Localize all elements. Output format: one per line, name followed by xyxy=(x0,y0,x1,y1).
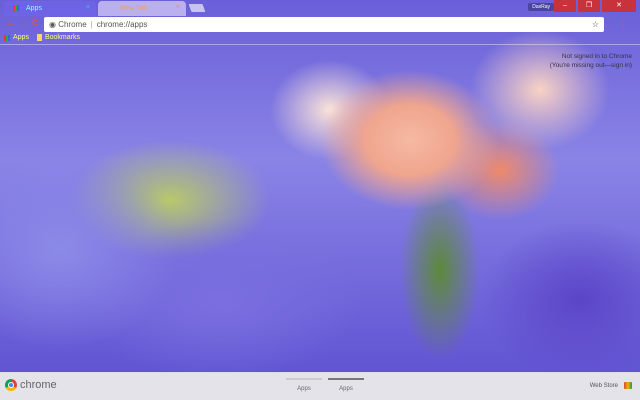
new-tab-button[interactable] xyxy=(188,4,206,12)
forward-button[interactable]: → xyxy=(19,18,29,29)
back-button[interactable]: ← xyxy=(6,18,16,29)
apps-icon xyxy=(13,5,19,11)
signin-line1: Not signed in to Chrome xyxy=(561,53,632,60)
menu-icon[interactable]: ⋮ xyxy=(619,19,628,30)
divider xyxy=(0,44,640,45)
tab-label: New Tab xyxy=(120,5,148,12)
tab-new-tab[interactable]: New Tab × xyxy=(98,1,186,16)
bookmark-folder[interactable]: Bookmarks xyxy=(36,34,80,41)
page-switcher-apps-1[interactable]: Apps xyxy=(286,378,322,392)
close-window-button[interactable]: ✕ xyxy=(602,0,636,12)
chrome-logo: chrome xyxy=(5,379,57,391)
url-text: chrome://apps xyxy=(96,20,148,29)
profile-button[interactable]: DaxRay xyxy=(528,3,554,11)
wallpaper xyxy=(0,0,640,400)
page-switcher-apps-2[interactable]: Apps xyxy=(328,378,364,392)
web-store-link[interactable]: Web Store xyxy=(590,382,632,389)
bookmark-star-icon[interactable]: ☆ xyxy=(592,17,599,32)
signin-line2[interactable]: (You're missing out—sign in) xyxy=(550,61,632,70)
tab-strip: Apps × New Tab × DaxRay – ❐ ✕ xyxy=(0,0,640,16)
reload-button[interactable]: C xyxy=(32,18,39,28)
apps-icon xyxy=(4,34,10,41)
chrome-wordmark: chrome xyxy=(20,379,57,391)
close-tab-icon[interactable]: × xyxy=(176,4,180,11)
signin-notice[interactable]: Not signed in to Chrome (You're missing o… xyxy=(550,52,632,70)
minimize-button[interactable]: – xyxy=(554,0,576,12)
tab-label: Apps xyxy=(26,5,42,12)
apps-footer: chrome Apps Apps Web Store xyxy=(0,372,640,400)
bookmark-label: Bookmarks xyxy=(44,34,80,41)
bookmark-apps[interactable]: Apps xyxy=(4,34,29,41)
folder-icon xyxy=(36,34,42,41)
site-label: Chrome xyxy=(58,20,87,29)
site-info-icon[interactable]: ◉ xyxy=(49,20,58,29)
address-bar[interactable]: ◉ Chrome | chrome://apps ☆ xyxy=(44,17,604,32)
chrome-logo-icon xyxy=(5,379,17,391)
tab-apps[interactable]: Apps × xyxy=(4,1,96,16)
restore-button[interactable]: ❐ xyxy=(578,0,600,12)
web-store-icon xyxy=(624,382,632,389)
close-tab-icon[interactable]: × xyxy=(86,4,90,11)
bookmark-label: Apps xyxy=(13,34,29,41)
web-store-label: Web Store xyxy=(589,382,618,389)
bookmarks-bar: Apps Bookmarks xyxy=(4,34,80,41)
